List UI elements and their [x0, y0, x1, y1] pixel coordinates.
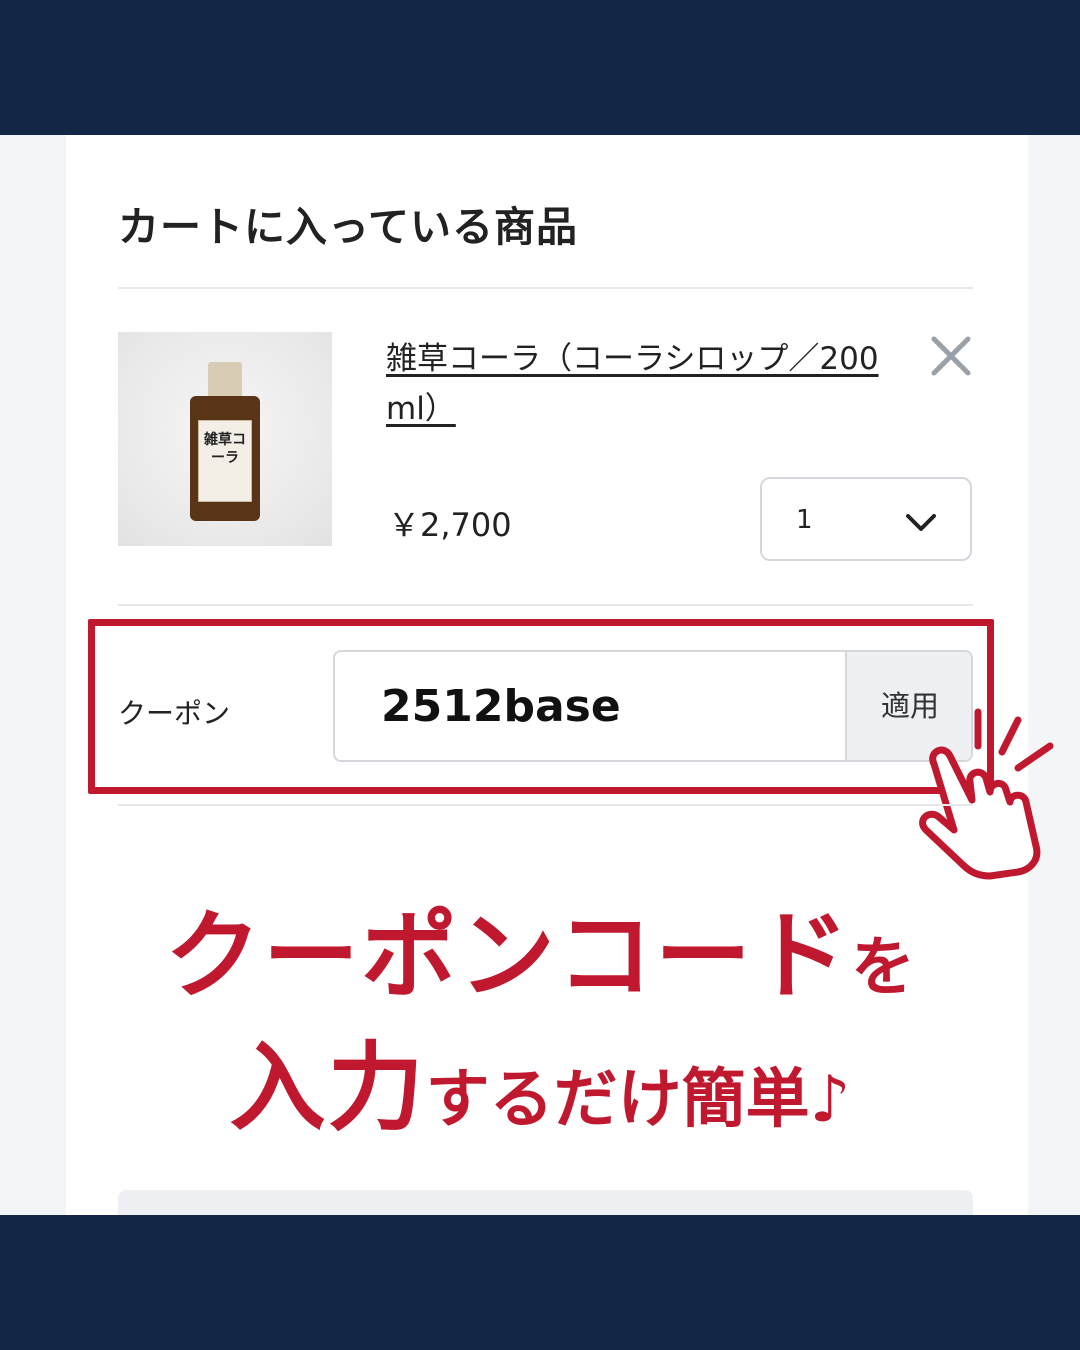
bottom-banner-bar	[0, 1215, 1080, 1350]
coupon-highlight-frame	[88, 619, 994, 794]
chevron-down-icon	[906, 514, 936, 531]
close-icon[interactable]	[928, 333, 974, 379]
promo-headline-line-2: 入力するだけ簡単♪	[0, 1010, 1080, 1149]
promo-text-particle: を	[851, 931, 915, 1005]
product-image[interactable]: 雑草コーラ	[118, 332, 332, 546]
promo-text-easy: するだけ簡単♪	[425, 1063, 851, 1137]
top-banner-bar	[0, 0, 1080, 135]
promo-text-input: 入力	[229, 1032, 426, 1144]
bottle-label: 雑草コーラ	[198, 420, 252, 502]
divider	[118, 804, 973, 806]
divider	[118, 287, 973, 289]
pointing-hand-icon	[919, 708, 1054, 880]
quantity-select[interactable]: 1	[760, 477, 972, 561]
product-name-link[interactable]: 雑草コーラ（コーラシロップ／200ml）	[386, 334, 896, 434]
product-price: ￥2,700	[388, 506, 512, 544]
divider	[118, 604, 973, 606]
cart-section-title: カートに入っている商品	[118, 203, 578, 251]
promo-headline-line-1: クーポンコードを	[0, 878, 1080, 1017]
promo-text-coupon-code: クーポンコード	[165, 900, 851, 1012]
quantity-value: 1	[796, 505, 813, 535]
